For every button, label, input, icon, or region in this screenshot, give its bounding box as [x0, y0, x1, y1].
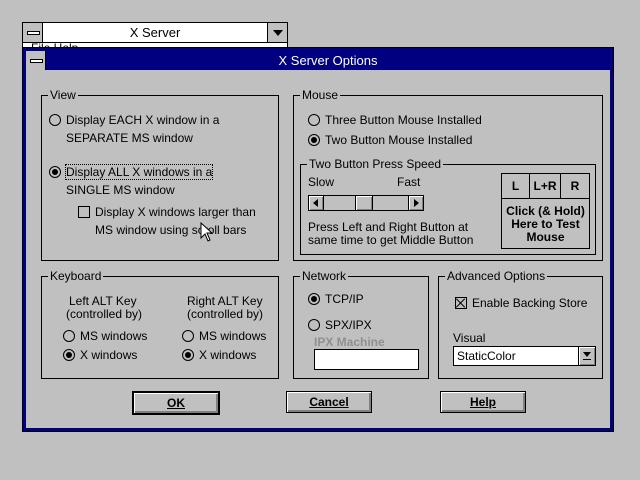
right-alt-x-label: X windows: [199, 348, 257, 362]
right-alt-ms-radio[interactable]: [182, 330, 194, 342]
scrollbars-checkbox[interactable]: [78, 206, 90, 218]
advanced-options-group: Advanced Options Enable Backing Store Vi…: [438, 269, 603, 379]
left-alt-ms-label: MS windows: [80, 329, 148, 343]
press-speed-caption: Two Button Press Speed: [307, 157, 444, 171]
view-separate-label-line2: SEPARATE MS window: [66, 131, 193, 145]
backing-store-label: Enable Backing Store: [472, 296, 588, 310]
network-group: Network TCP/IP SPX/IPX IPX Machine: [293, 269, 429, 379]
help-button[interactable]: Help: [440, 391, 526, 413]
view-separate-label-line1: Display EACH X window in a: [66, 113, 220, 127]
tcpip-label: TCP/IP: [325, 292, 364, 306]
right-alt-label-line2: (controlled by): [187, 307, 264, 321]
speed-slow-label: Slow: [308, 175, 335, 189]
spxipx-label: SPX/IPX: [325, 318, 372, 332]
network-group-caption: Network: [300, 269, 349, 283]
right-alt-ms-label: MS windows: [199, 329, 267, 343]
advanced-options-caption: Advanced Options: [445, 269, 548, 283]
dialog-title: X Server Options: [278, 53, 378, 68]
three-button-label: Three Button Mouse Installed: [325, 113, 482, 127]
help-button-label: Help: [469, 395, 496, 409]
mouse-group: Mouse Three Button Mouse Installed Two B…: [293, 88, 603, 261]
background-window-title: X Server: [43, 23, 267, 43]
system-menu-icon: [30, 59, 43, 63]
dialog-client-area: View Display EACH X window in a SEPARATE…: [26, 51, 610, 428]
view-separate-radio[interactable]: [49, 114, 61, 126]
scroll-right-arrow-icon[interactable]: [408, 196, 423, 210]
visual-select[interactable]: StaticColor: [453, 346, 596, 366]
scrollbars-label-line2: MS window using scroll bars: [95, 223, 247, 237]
mouse-test-line2: Here to Test: [511, 217, 580, 231]
view-group: View Display EACH X window in a SEPARATE…: [41, 88, 279, 261]
ipx-machine-input[interactable]: [314, 349, 419, 370]
keyboard-group: Keyboard Left ALT Key (controlled by) Ri…: [41, 269, 279, 379]
scrollbars-label-line1: Display X windows larger than: [95, 205, 256, 219]
speed-scroll-thumb[interactable]: [355, 196, 373, 210]
cancel-button[interactable]: Cancel: [286, 391, 372, 413]
view-single-label-line2: SINGLE MS window: [66, 183, 175, 197]
dialog-title-bar: X Server Options: [26, 51, 610, 70]
left-alt-ms-radio[interactable]: [63, 330, 75, 342]
left-alt-x-radio[interactable]: [63, 349, 75, 361]
speed-hint-line1: Press Left and Right Button at: [308, 220, 469, 234]
mouse-test-area[interactable]: L L+R R Click (& Hold) Here to Test Mous…: [501, 173, 590, 249]
keyboard-group-caption: Keyboard: [48, 269, 104, 283]
view-single-radio[interactable]: [49, 166, 61, 178]
mouse-test-both: L+R: [530, 174, 561, 198]
system-menu-icon: [27, 31, 40, 35]
ok-button-label: OK: [167, 396, 185, 410]
two-button-radio[interactable]: [308, 134, 320, 146]
mouse-test-right: R: [570, 179, 580, 193]
speed-fast-label: Fast: [397, 175, 421, 189]
left-alt-label-line2: (controlled by): [66, 307, 143, 321]
mouse-test-line3: Mouse: [526, 230, 565, 244]
mouse-pointer-icon: [200, 222, 214, 242]
mouse-test-left: L: [502, 174, 530, 198]
two-button-label: Two Button Mouse Installed: [325, 133, 473, 147]
dialog-system-menu-button[interactable]: [26, 51, 46, 70]
left-alt-x-label: X windows: [80, 348, 138, 362]
mouse-test-line1: Click (& Hold): [506, 204, 585, 218]
scroll-left-arrow-icon[interactable]: [309, 196, 324, 210]
visual-dropdown-arrow-icon[interactable]: [578, 347, 595, 365]
cancel-button-label: Cancel: [309, 395, 349, 409]
visual-label: Visual: [453, 331, 486, 345]
mouse-group-caption: Mouse: [300, 88, 341, 102]
spxipx-radio[interactable]: [308, 319, 320, 331]
three-button-radio[interactable]: [308, 114, 320, 126]
speed-scrollbar[interactable]: [308, 195, 424, 211]
view-group-caption: View: [48, 88, 78, 102]
x-server-options-dialog: View Display EACH X window in a SEPARATE…: [22, 47, 614, 432]
mouse-test-divider: [502, 198, 589, 199]
tcpip-radio[interactable]: [308, 293, 320, 305]
ipx-machine-label: IPX Machine: [314, 335, 385, 349]
left-alt-label-line1: Left ALT Key: [69, 294, 137, 308]
right-alt-label-line1: Right ALT Key: [187, 294, 263, 308]
ok-button[interactable]: OK: [132, 391, 220, 415]
visual-selected-value: StaticColor: [457, 349, 516, 363]
system-menu-button[interactable]: [23, 23, 43, 43]
right-alt-x-radio[interactable]: [182, 349, 194, 361]
view-single-label-line1: Display ALL X windows in a: [64, 164, 214, 180]
speed-hint-line2: same time to get Middle Button: [308, 233, 474, 247]
dropdown-arrow-icon[interactable]: [267, 23, 287, 43]
backing-store-checkbox[interactable]: [455, 297, 467, 309]
press-speed-group: Two Button Press Speed Slow Fast Press L…: [300, 157, 596, 255]
